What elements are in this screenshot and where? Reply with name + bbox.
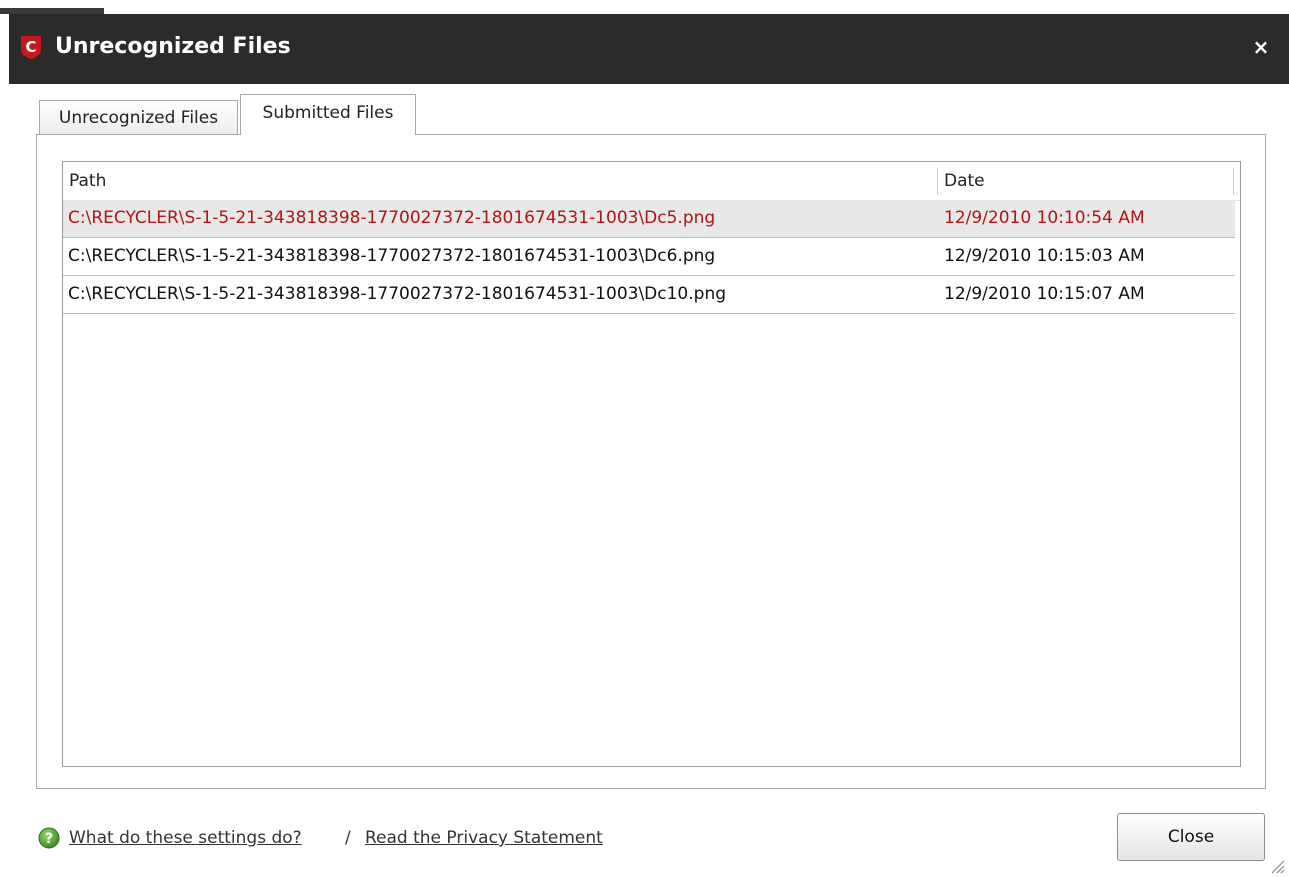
table-row[interactable]: C:\RECYCLER\S-1-5-21-343818398-177002737… bbox=[63, 276, 1235, 314]
background-strip bbox=[0, 0, 1289, 14]
tab-unrecognized-files[interactable]: Unrecognized Files bbox=[39, 100, 238, 134]
submitted-files-panel: Path Date C:\RECYCLER\S-1-5-21-343818398… bbox=[36, 134, 1266, 789]
row-date: 12/9/2010 10:15:03 AM bbox=[944, 246, 1145, 266]
close-button[interactable]: Close bbox=[1117, 813, 1265, 861]
table-row[interactable]: C:\RECYCLER\S-1-5-21-343818398-177002737… bbox=[63, 200, 1235, 238]
dialog-body: Unrecognized Files Submitted Files Path … bbox=[9, 84, 1289, 877]
tab-submitted-files[interactable]: Submitted Files bbox=[240, 94, 416, 135]
svg-text:?: ? bbox=[45, 831, 53, 847]
row-date: 12/9/2010 10:15:07 AM bbox=[944, 284, 1145, 304]
column-divider[interactable] bbox=[1233, 168, 1234, 195]
resize-grip-icon[interactable] bbox=[1267, 856, 1285, 874]
column-header-path[interactable]: Path bbox=[63, 162, 937, 200]
comodo-shield-icon: C bbox=[21, 36, 41, 59]
list-header: Path Date bbox=[63, 162, 1240, 201]
row-path: C:\RECYCLER\S-1-5-21-343818398-177002737… bbox=[68, 284, 727, 304]
unrecognized-files-dialog: C Unrecognized Files × Unrecognized File… bbox=[9, 14, 1289, 877]
column-header-date[interactable]: Date bbox=[938, 162, 1233, 200]
row-path: C:\RECYCLER\S-1-5-21-343818398-177002737… bbox=[68, 208, 716, 228]
table-row[interactable]: C:\RECYCLER\S-1-5-21-343818398-177002737… bbox=[63, 238, 1235, 276]
settings-help-link[interactable]: What do these settings do? bbox=[69, 825, 302, 851]
window-title: Unrecognized Files bbox=[55, 34, 291, 59]
submitted-files-list[interactable]: Path Date C:\RECYCLER\S-1-5-21-343818398… bbox=[62, 161, 1241, 767]
privacy-statement-link[interactable]: Read the Privacy Statement bbox=[365, 825, 603, 851]
row-date: 12/9/2010 10:10:54 AM bbox=[944, 208, 1145, 228]
close-icon[interactable]: × bbox=[1249, 32, 1273, 62]
row-path: C:\RECYCLER\S-1-5-21-343818398-177002737… bbox=[68, 246, 716, 266]
link-separator: / bbox=[345, 828, 351, 848]
svg-text:C: C bbox=[25, 38, 36, 56]
help-question-icon[interactable]: ? bbox=[38, 827, 60, 849]
title-bar[interactable]: C Unrecognized Files × bbox=[9, 14, 1289, 84]
